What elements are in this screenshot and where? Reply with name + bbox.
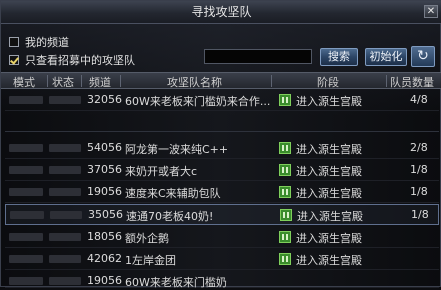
recruiting-only-checkbox[interactable] [9,55,19,65]
members-cell: 1/8 [410,185,428,198]
table-row[interactable]: 37056 来奶开或者大c 进入源生宫殿 1/8 [5,160,439,181]
party-name-cell: 60W来老板来门槛奶 [125,276,227,289]
stage-cell: 进入源生宫殿 [296,165,362,178]
status-cell [49,166,81,174]
status-cell [49,144,81,152]
window-title: 寻找攻坚队 [191,5,252,19]
refresh-icon: ↻ [417,48,429,64]
stage-cell: 进入源生宫殿 [296,143,362,156]
table-row[interactable]: 18056 额外企鹅 进入源生宫殿 [5,227,439,248]
recruiting-only-option[interactable]: 只查看招募中的攻坚队 [9,52,135,68]
title-bar: 寻找攻坚队 ✕ [1,1,441,24]
members-cell: 2/8 [410,141,428,154]
table-row[interactable]: 54056 阿龙第一波来纯C++ 进入源生宫殿 2/8 [5,138,439,159]
refresh-button[interactable]: ↻ [411,46,435,67]
stage-icon [279,164,291,176]
party-name-cell: 阿龙第一波来纯C++ [125,143,229,156]
my-channel-option[interactable]: 我的频道 [9,34,69,50]
table-row[interactable] [5,111,439,132]
stage-icon [279,253,291,265]
stage-cell: 进入源生宫殿 [296,232,362,245]
col-members[interactable]: 队员数量 [390,74,434,90]
my-channel-label: 我的频道 [25,36,69,49]
members-cell: 1/8 [410,163,428,176]
close-button[interactable]: ✕ [424,5,438,18]
col-mode[interactable]: 模式 [13,74,35,90]
stage-cell: 进入源生宫殿 [296,187,362,200]
table-header: 模式 状态 频道 攻坚队名称 阶段 队员数量 [1,72,441,89]
col-status[interactable]: 状态 [52,74,74,90]
mode-cell [9,277,43,285]
status-cell [49,188,81,196]
table-row[interactable]: 42062 1左岸金团 进入源生宫殿 [5,249,439,270]
mode-cell [9,144,43,152]
stage-cell: 进入源生宫殿 [297,210,363,223]
my-channel-checkbox[interactable] [9,37,19,47]
status-cell [49,255,81,263]
recruiting-only-label: 只查看招募中的攻坚队 [25,54,135,67]
stage-icon [279,94,291,106]
reset-button[interactable]: 初始化 [365,48,407,66]
channel-cell: 19056 [87,185,122,198]
status-cell [50,211,82,219]
party-name-cell: 1左岸金团 [125,254,176,267]
status-cell [49,233,81,241]
mode-cell [9,188,43,196]
stage-icon [280,209,292,221]
party-name-cell: 速度来C来辅助包队 [125,187,221,200]
mode-cell [9,233,43,241]
channel-cell: 37056 [87,163,122,176]
col-party-name[interactable]: 攻坚队名称 [167,74,222,90]
search-input[interactable] [204,49,312,64]
stage-icon [279,186,291,198]
mode-cell [9,96,43,104]
table-row[interactable]: 19056 60W来老板来门槛奶 [5,271,439,289]
mode-cell [9,255,43,263]
table-row[interactable]: 32056 60W来老板来门槛奶来合作... 进入源生宫殿 4/8 [5,90,439,111]
channel-cell: 35056 [88,208,123,221]
mode-cell [9,166,43,174]
channel-cell: 42062 [87,252,122,265]
channel-cell: 32056 [87,93,122,106]
party-name-cell: 额外企鹅 [125,232,169,245]
status-cell [49,96,81,104]
col-stage[interactable]: 阶段 [317,74,339,90]
party-name-cell: 60W来老板来门槛奶来合作... [125,95,271,108]
members-cell: 1/8 [411,208,429,221]
stage-icon [279,142,291,154]
find-raid-party-window: 寻找攻坚队 ✕ 我的频道 只查看招募中的攻坚队 搜索 初始化 ↻ 模式 状态 频… [0,0,441,289]
members-cell: 4/8 [410,93,428,106]
channel-cell: 19056 [87,274,122,287]
col-channel[interactable]: 频道 [89,74,111,90]
channel-cell: 54056 [87,141,122,154]
table-row-selected[interactable]: 35056 速通70老板40奶! 进入源生宫殿 1/8 [5,204,439,225]
stage-cell: 进入源生宫殿 [296,95,362,108]
party-name-cell: 来奶开或者大c [125,165,198,178]
table-row[interactable]: 19056 速度来C来辅助包队 进入源生宫殿 1/8 [5,182,439,203]
channel-cell: 18056 [87,230,122,243]
search-button[interactable]: 搜索 [320,48,358,66]
stage-icon [279,231,291,243]
party-name-cell: 速通70老板40奶! [126,210,214,223]
stage-cell: 进入源生宫殿 [296,254,362,267]
status-cell [49,277,81,285]
mode-cell [10,211,44,219]
